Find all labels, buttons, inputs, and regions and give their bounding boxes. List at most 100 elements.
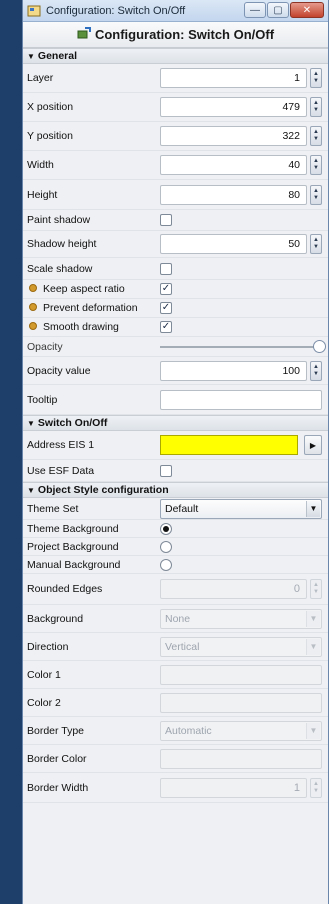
switch-plugin-icon [77,27,91,42]
direction-label: Direction [27,640,69,653]
row-scale-shadow: Scale shadow [23,258,328,280]
border-type-select[interactable]: Automatic ▼ [160,720,322,741]
spin-down-icon: ▼ [313,589,319,595]
config-window: Configuration: Switch On/Off — ▢ ✕ Confi… [22,0,329,904]
dropdown-arrow-icon: ▼ [306,500,320,517]
dropdown-arrow-icon: ▼ [306,610,320,627]
row-height: Height 80 ▲ ▼ [23,180,328,210]
layer-spinner[interactable]: ▲ ▼ [310,68,322,88]
row-smooth-drawing: Smooth drawing ✓ [23,318,328,337]
keep-aspect-ratio-checkbox[interactable]: ✓ [160,283,172,295]
border-width-input[interactable]: 1 [160,777,307,798]
background-select[interactable]: None ▼ [160,608,322,629]
color2-field[interactable] [160,692,322,713]
opacity-value-label: Opacity value [27,364,91,377]
section-switch[interactable]: ▼ Switch On/Off [23,415,328,431]
border-color-label: Border Color [27,752,87,765]
dialog-header-title: Configuration: Switch On/Off [94,27,275,42]
layer-input[interactable]: 1 [160,68,307,88]
height-label: Height [27,188,58,201]
row-layer: Layer 1 ▲ ▼ [23,64,328,93]
y-position-input[interactable]: 322 [160,126,307,146]
paint-shadow-checkbox[interactable] [160,214,172,226]
x-position-spinner[interactable]: ▲ ▼ [310,97,322,117]
title-bar[interactable]: Configuration: Switch On/Off — ▢ ✕ [23,0,328,22]
scale-shadow-checkbox[interactable] [160,262,172,275]
spin-up-icon: ▲ [313,780,319,787]
theme-background-radio[interactable] [160,522,172,535]
project-background-label: Project Background [27,540,119,553]
opacity-slider[interactable] [160,339,326,353]
spin-down-icon: ▼ [313,165,319,171]
shadow-height-spinner[interactable]: ▲ ▼ [310,234,322,254]
checkmark-icon: ✓ [161,321,171,332]
tooltip-input[interactable] [160,389,322,410]
spin-down-icon: ▼ [313,787,319,794]
width-spinner[interactable]: ▲ ▼ [310,155,322,175]
row-width: Width 40 ▲ ▼ [23,151,328,180]
row-tooltip: Tooltip [23,385,328,415]
width-input[interactable]: 40 [160,155,307,175]
address-eis1-field[interactable] [160,435,298,455]
rounded-edges-spinner[interactable]: ▲ ▼ [310,579,322,599]
height-input[interactable]: 80 [160,184,307,205]
smooth-drawing-label: Smooth drawing [43,321,119,333]
border-width-label: Border Width [27,781,89,794]
direction-select[interactable]: Vertical ▼ [160,636,322,657]
row-rounded-edges: Rounded Edges 0 ▲ ▼ [23,574,328,605]
prevent-deformation-checkbox[interactable]: ✓ [160,302,172,314]
opacity-slider-knob[interactable] [313,339,326,353]
border-color-field[interactable] [160,748,322,769]
project-background-radio[interactable] [160,540,172,553]
row-shadow-height: Shadow height 50 ▲ ▼ [23,231,328,258]
spin-down-icon: ▼ [313,136,319,142]
layer-label: Layer [27,72,54,84]
prevent-deformation-label: Prevent deformation [43,302,138,314]
row-direction: Direction Vertical ▼ [23,633,328,661]
row-border-width: Border Width 1 ▲ ▼ [23,773,328,803]
border-width-spinner[interactable]: ▲ ▼ [310,777,322,798]
row-color1: Color 1 [23,661,328,689]
height-spinner[interactable]: ▲ ▼ [310,184,322,205]
section-object-style[interactable]: ▼ Object Style configuration [23,482,328,498]
checkmark-icon: ✓ [161,302,171,313]
row-y-position: Y position 322 ▲ ▼ [23,122,328,151]
row-prevent-deformation: Prevent deformation ✓ [23,299,328,318]
theme-set-value: Default [165,502,199,515]
manual-background-radio[interactable] [160,558,172,571]
opacity-label: Opacity [27,340,63,353]
theme-set-label: Theme Set [27,502,79,515]
smooth-drawing-checkbox[interactable]: ✓ [160,321,172,333]
spin-down-icon: ▼ [313,107,319,113]
spin-up-icon: ▲ [313,71,319,77]
spin-down-icon: ▼ [313,370,319,377]
window-title: Configuration: Switch On/Off [46,4,186,17]
color1-field[interactable] [160,664,322,685]
checkmark-icon: ✓ [161,283,171,294]
shadow-height-input[interactable]: 50 [160,234,307,254]
y-position-spinner[interactable]: ▲ ▼ [310,126,322,146]
maximize-button[interactable]: ▢ [267,2,289,18]
dropdown-arrow-icon: ▼ [306,722,320,739]
x-position-input[interactable]: 479 [160,97,307,117]
spin-up-icon: ▲ [313,582,319,588]
section-general-title: General [37,50,78,62]
border-type-label: Border Type [27,724,85,737]
close-button[interactable]: ✕ [290,2,324,18]
minimize-button[interactable]: — [244,2,266,18]
rounded-edges-input[interactable]: 0 [160,579,307,599]
use-esf-checkbox[interactable] [160,464,172,477]
theme-set-select[interactable]: Default ▼ [160,498,322,519]
opacity-value-spinner[interactable]: ▲ ▼ [310,360,322,381]
row-paint-shadow: Paint shadow [23,210,328,231]
rounded-edges-label: Rounded Edges [27,583,103,595]
opacity-value-input[interactable]: 100 [160,360,307,381]
color2-label: Color 2 [27,696,61,709]
row-border-type: Border Type Automatic ▼ [23,717,328,745]
section-general[interactable]: ▼ General [23,48,328,64]
scale-shadow-label: Scale shadow [27,262,93,275]
use-esf-label: Use ESF Data [27,464,95,477]
dropdown-arrow-icon: ▼ [306,638,320,655]
address-picker-button[interactable]: ▶ [304,435,322,455]
keep-aspect-ratio-label: Keep aspect ratio [43,283,125,295]
